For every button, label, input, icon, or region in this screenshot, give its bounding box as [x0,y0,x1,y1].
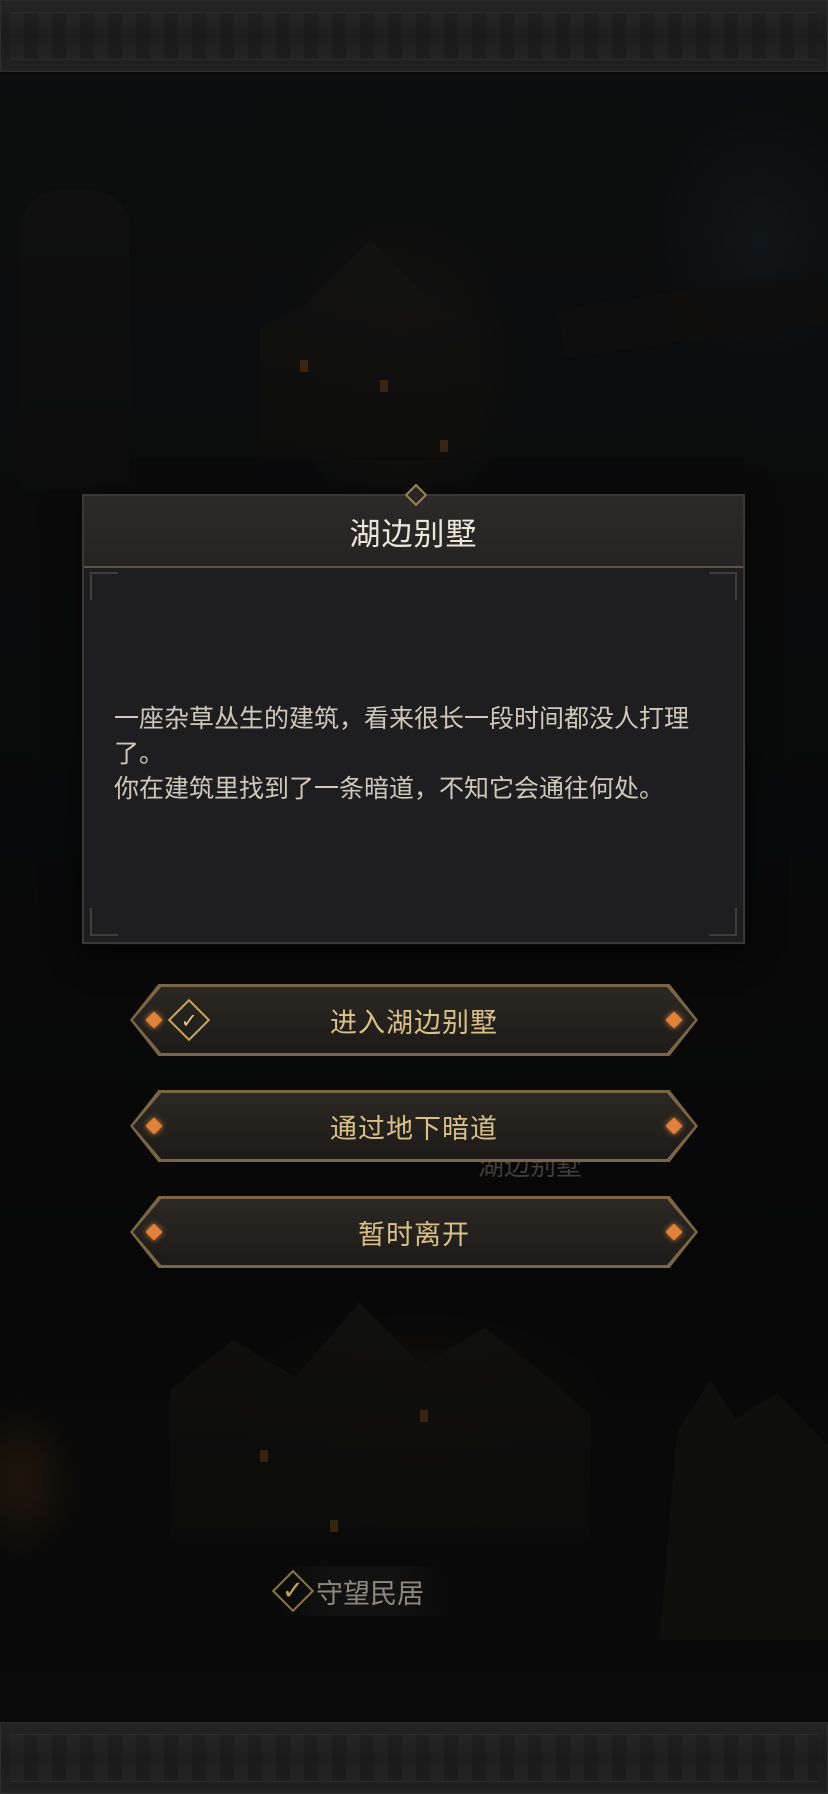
choice-label: 暂时离开 [358,1219,470,1251]
choice-label: 进入湖边别墅 [330,1007,498,1039]
event-dialog: 湖边别墅 一座杂草丛生的建筑，看来很长一段时间都没人打理了。 你在建筑里找到了一… [82,483,745,944]
location-tag-watch-house[interactable]: ✓ 守望民居 [271,1566,448,1616]
dialog-description: 一座杂草丛生的建筑，看来很长一段时间都没人打理了。 你在建筑里找到了一条暗道，不… [114,701,713,806]
description-line: 你在建筑里找到了一条暗道，不知它会通往何处。 [114,774,665,803]
dialog-title: 湖边别墅 [349,516,478,553]
corner-ornament [90,908,118,936]
bottom-frame [0,1720,828,1794]
choice-enter-villa-button[interactable]: ✓ 进入湖边别墅 [130,984,698,1056]
check-icon: ✓ [271,1569,315,1613]
choice-leave-button[interactable]: 暂时离开 [130,1196,698,1268]
description-line: 一座杂草丛生的建筑，看来很长一段时间都没人打理了。 [114,704,690,768]
location-tag-label: 守望民居 [316,1578,424,1610]
corner-ornament [709,572,737,600]
choice-label: 通过地下暗道 [330,1113,498,1145]
corner-ornament [90,572,118,600]
dialog-header: 湖边别墅 [84,483,743,568]
corner-ornament [709,908,737,936]
choice-secret-passage-button[interactable]: 通过地下暗道 [130,1090,698,1162]
top-frame [0,0,828,74]
